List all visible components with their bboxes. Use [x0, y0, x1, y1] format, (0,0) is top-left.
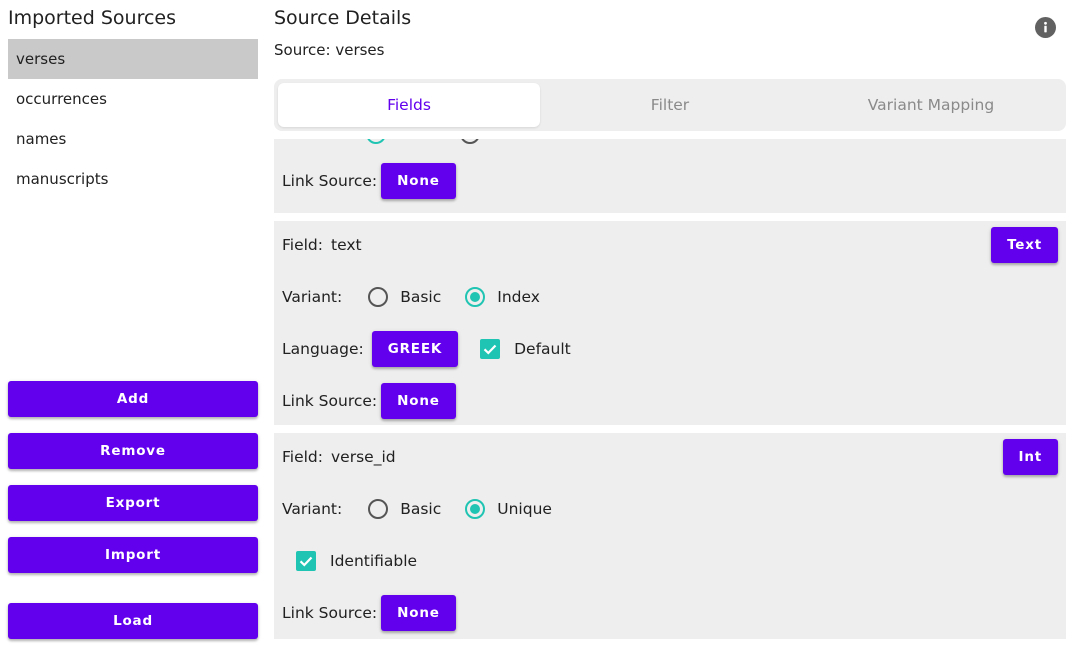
source-item-verses[interactable]: verses [8, 39, 258, 79]
sidebar: Imported Sources verses occurrences name… [0, 0, 266, 655]
source-subtitle: Source: verses [274, 41, 385, 59]
check-icon [299, 556, 313, 567]
field-card-partial: Link Source: None [274, 139, 1066, 213]
variant-index-label: Index [497, 288, 540, 306]
default-checkbox[interactable] [480, 339, 501, 359]
page-title: Source Details [274, 7, 412, 29]
info-icon[interactable] [1035, 17, 1056, 38]
default-label: Default [514, 340, 571, 358]
variant-radio-unique[interactable] [465, 499, 486, 519]
link-source-label: Link Source: [282, 392, 378, 410]
link-source-row: Link Source: None [282, 163, 456, 199]
add-button[interactable]: Add [8, 381, 258, 417]
load-button[interactable]: Load [8, 603, 258, 639]
sidebar-title: Imported Sources [8, 7, 177, 29]
variant-basic-label: Basic [400, 288, 442, 306]
variant-radio-basic[interactable] [368, 287, 389, 307]
variant-basic-label: Basic [400, 500, 442, 518]
link-source-button[interactable]: None [381, 595, 456, 631]
tab-fields[interactable]: Fields [278, 83, 540, 127]
check-icon [483, 344, 497, 355]
link-source-row: Link Source: None [282, 595, 456, 631]
source-item-names[interactable]: names [8, 119, 258, 159]
variant-row-partial [282, 139, 492, 152]
variant-radio-index[interactable] [465, 287, 486, 307]
field-type-button[interactable]: Text [991, 227, 1058, 263]
tab-filter[interactable]: Filter [539, 83, 801, 127]
radio-clipped[interactable] [460, 139, 480, 144]
tab-variant-mapping[interactable]: Variant Mapping [800, 83, 1062, 127]
field-name-row: Field: verse_id [282, 439, 396, 475]
import-button[interactable]: Import [8, 537, 258, 573]
field-card-verse-id: Field: verse_id Int Variant: Basic Uniqu… [274, 433, 1066, 639]
language-label: Language: [282, 340, 364, 358]
variant-label: Variant: [282, 500, 343, 518]
link-source-label: Link Source: [282, 172, 378, 190]
language-row: Language: GREEK Default [282, 331, 571, 367]
source-list: verses occurrences names manuscripts [8, 39, 258, 199]
field-card-text: Field: text Text Variant: Basic Index La… [274, 221, 1066, 425]
language-button[interactable]: GREEK [371, 331, 459, 367]
fields-list[interactable]: Link Source: None Field: text Text Varia… [274, 139, 1066, 639]
variant-unique-label: Unique [497, 500, 552, 518]
field-name-row: Field: text [282, 227, 362, 263]
source-item-manuscripts[interactable]: manuscripts [8, 159, 258, 199]
identifiable-checkbox[interactable] [296, 551, 316, 571]
link-source-button[interactable]: None [381, 163, 456, 199]
radio-clipped-selected[interactable] [366, 139, 386, 144]
remove-button[interactable]: Remove [8, 433, 258, 469]
tab-bar: Fields Filter Variant Mapping [274, 79, 1066, 131]
field-label: Field: [282, 448, 323, 466]
variant-row: Variant: Basic Unique [282, 491, 564, 527]
identifiable-row: Identifiable [282, 543, 417, 579]
export-button[interactable]: Export [8, 485, 258, 521]
variant-radio-basic[interactable] [368, 499, 389, 519]
link-source-label: Link Source: [282, 604, 378, 622]
field-type-button[interactable]: Int [1002, 439, 1058, 475]
field-label: Field: [282, 236, 323, 254]
field-name: verse_id [331, 448, 396, 466]
link-source-button[interactable]: None [381, 383, 456, 419]
identifiable-label: Identifiable [330, 552, 418, 570]
source-item-occurrences[interactable]: occurrences [8, 79, 258, 119]
variant-label: Variant: [282, 288, 343, 306]
link-source-row: Link Source: None [282, 383, 456, 419]
field-name: text [331, 236, 362, 254]
variant-row: Variant: Basic Index [282, 279, 552, 315]
